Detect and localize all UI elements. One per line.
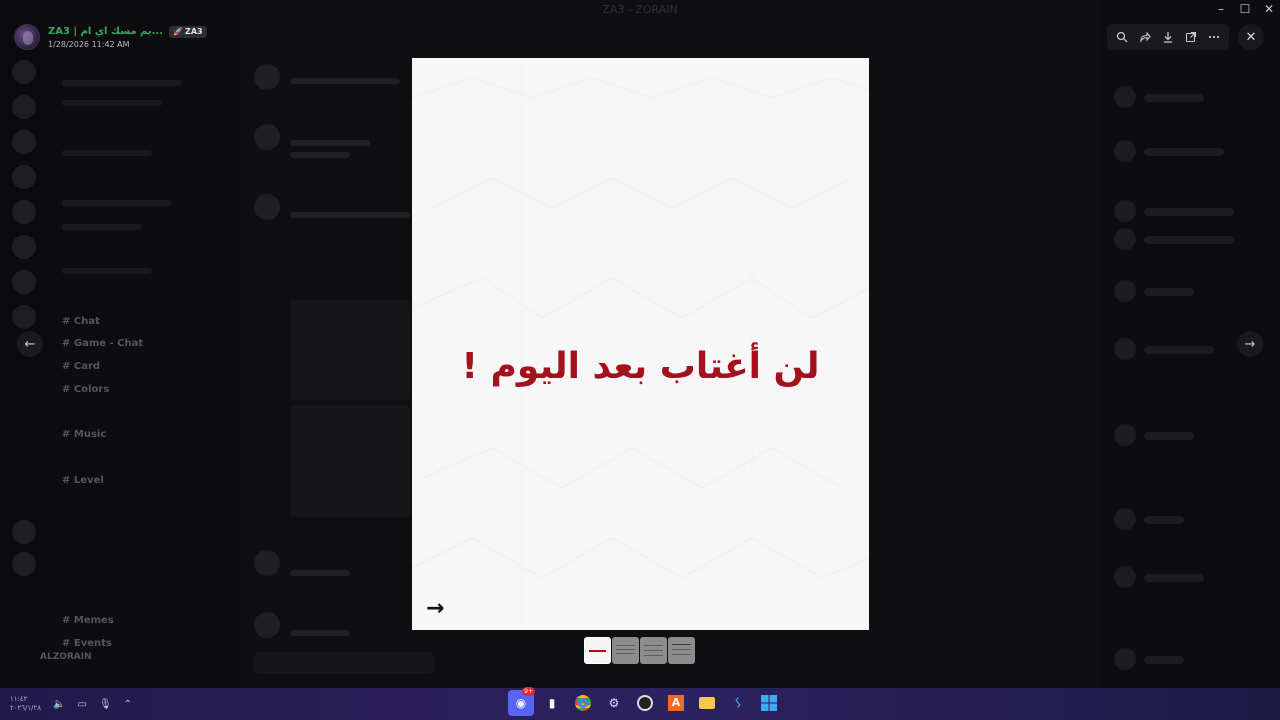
- channel-item[interactable]: # Chat: [62, 316, 100, 327]
- windows-icon[interactable]: [756, 690, 782, 716]
- timestamp: 1/28/2026 11:42 AM: [48, 39, 130, 49]
- volume-icon[interactable]: 🔈: [53, 699, 65, 710]
- server-tag: 🚀 ZA3: [169, 25, 207, 38]
- app-s-icon[interactable]: ᛊ: [725, 690, 751, 716]
- channel-item[interactable]: # Music: [62, 429, 106, 440]
- chevron-up-icon[interactable]: ⌃: [124, 699, 132, 710]
- channel-item[interactable]: # Colors: [62, 384, 109, 395]
- arrow-right-icon: →: [426, 596, 445, 621]
- zoom-icon[interactable]: [1112, 27, 1132, 47]
- window-title: ZA3 - ZORAIN: [602, 3, 678, 16]
- chrome-icon[interactable]: [570, 690, 596, 716]
- footer-username: ALZORAIN: [40, 652, 92, 662]
- rocket-icon: 🚀: [173, 26, 184, 36]
- image-caption: لن أغتاب بعد اليوم !: [461, 346, 821, 387]
- channel-item[interactable]: # Events: [62, 638, 112, 649]
- network-icon[interactable]: ▭: [78, 699, 87, 710]
- media-toolbar: [1107, 24, 1229, 50]
- thumbnail[interactable]: [668, 637, 695, 664]
- avatar[interactable]: [14, 24, 40, 50]
- folder-icon[interactable]: [694, 690, 720, 716]
- files-icon[interactable]: ▮: [539, 690, 565, 716]
- channel-item[interactable]: # Level: [62, 475, 104, 486]
- microphone-icon[interactable]: 🎙: [99, 699, 112, 710]
- channel-item[interactable]: # Game - Chat: [62, 338, 143, 349]
- maximize-button[interactable]: ☐: [1232, 2, 1258, 16]
- arrow-right-icon[interactable]: →: [1237, 331, 1263, 357]
- download-icon[interactable]: [1158, 27, 1178, 47]
- channel-item[interactable]: # Memes: [62, 615, 114, 626]
- thumbnail[interactable]: [584, 637, 611, 664]
- thumbnail[interactable]: [612, 637, 639, 664]
- thumbnail[interactable]: [640, 637, 667, 664]
- channel-list: # Chat # Game - Chat # Card # Colors # M…: [40, 0, 240, 688]
- channel-item[interactable]: # Card: [62, 361, 100, 372]
- more-icon[interactable]: [1204, 27, 1224, 47]
- forward-icon[interactable]: [1135, 27, 1155, 47]
- open-external-icon[interactable]: [1181, 27, 1201, 47]
- author-name[interactable]: ZA3 | يم مسك اي ام...: [48, 26, 163, 37]
- close-icon[interactable]: ✕: [1238, 24, 1264, 50]
- media-image[interactable]: لن أغتاب بعد اليوم ! →: [412, 58, 869, 630]
- background-pattern: [412, 58, 869, 630]
- obs-icon[interactable]: [632, 690, 658, 716]
- thumbnail-strip: [584, 637, 695, 664]
- app-a-icon[interactable]: A: [663, 690, 689, 716]
- media-author: ZA3 | يم مسك اي ام... 🚀 ZA3 1/28/2026 11:…: [14, 24, 207, 50]
- minimize-button[interactable]: –: [1208, 2, 1234, 16]
- arrow-left-icon[interactable]: ←: [17, 331, 43, 357]
- app-window: # Chat # Game - Chat # Card # Colors # M…: [0, 0, 1280, 688]
- taskbar: ١١:٤٢ ٢٠٢٦/١/٢٨ 🔈 ▭ 🎙 ⌃ ◉ 9+ ▮ ⚙ A ᛊ: [0, 687, 1280, 720]
- discord-icon[interactable]: ◉ 9+: [508, 687, 535, 716]
- steam-icon[interactable]: ⚙: [601, 690, 627, 716]
- window-close-button[interactable]: ✕: [1256, 2, 1280, 16]
- taskbar-clock[interactable]: ١١:٤٢ ٢٠٢٦/١/٢٨: [10, 695, 41, 713]
